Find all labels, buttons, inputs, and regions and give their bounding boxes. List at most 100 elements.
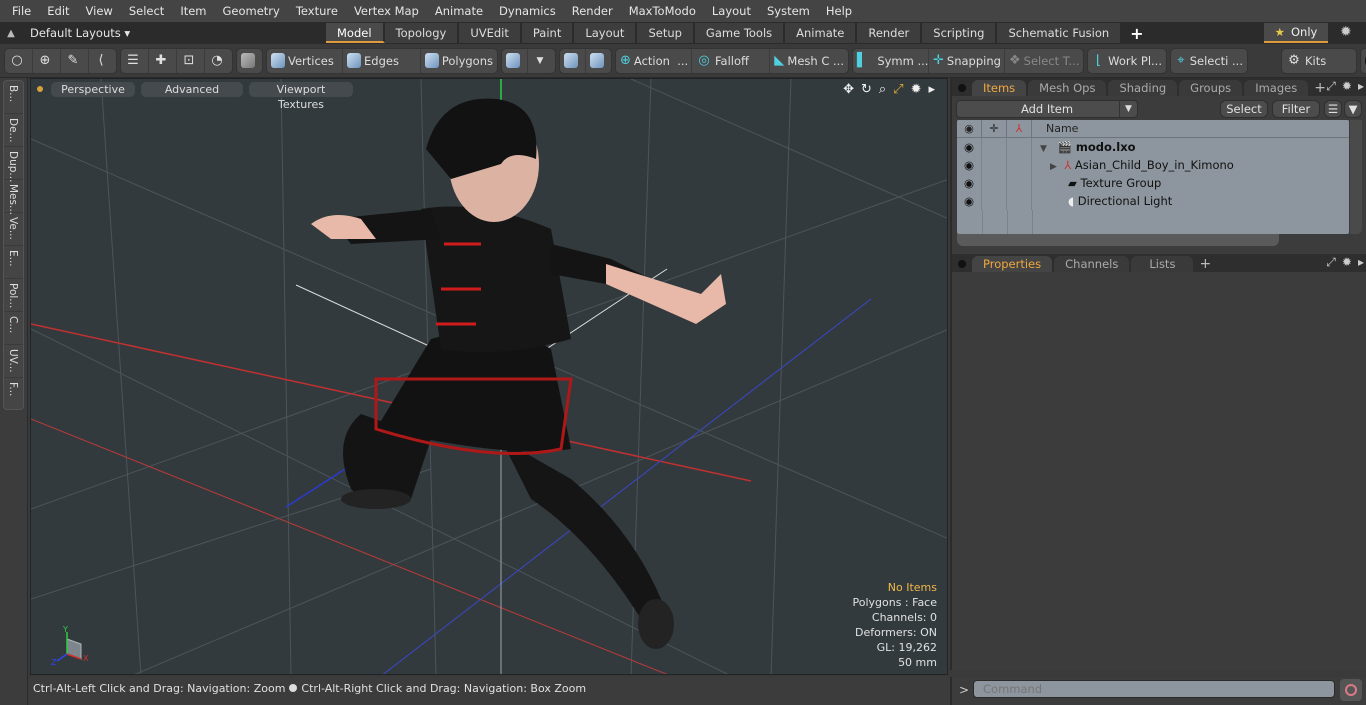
tab-schematic-fusion[interactable]: Schematic Fusion [997, 23, 1123, 43]
tab-animate[interactable]: Animate [785, 23, 858, 43]
expand-down-icon[interactable]: ▼ [1040, 144, 1047, 154]
tree-row[interactable]: ◉ ◖ Directional Light [957, 192, 1349, 210]
tree-row[interactable]: ◉ ▼ 🎬 modo.lxo [957, 138, 1349, 156]
tab-channels[interactable]: Channels [1054, 256, 1130, 272]
shading-advanced-dropdown[interactable]: Advanced [141, 81, 243, 97]
select-through-button[interactable]: ❖ Select T... [1005, 49, 1083, 73]
material-mode-button[interactable] [502, 48, 528, 73]
pivot-button[interactable] [586, 49, 611, 73]
panel-expand-arrow-icon[interactable]: ▸ [1358, 79, 1364, 94]
filter-button[interactable]: Filter [1272, 99, 1320, 118]
left-tab-vertex[interactable]: Ve... [4, 213, 23, 246]
zoom-icon[interactable]: ⌕ [879, 82, 886, 97]
falloff-button[interactable]: ◎ Falloff [692, 48, 770, 73]
panel-expand-arrow-icon[interactable]: ▸ [1358, 255, 1364, 270]
viewport-expand-arrow-icon[interactable]: ▸ [928, 82, 935, 97]
left-tab-fusion[interactable]: F... [4, 378, 23, 411]
menu-item[interactable]: Item [172, 0, 214, 22]
select-sphere-button[interactable]: ⊕ [33, 48, 61, 73]
rotate-icon[interactable]: ↻ [861, 82, 872, 97]
tab-items[interactable]: Items [972, 80, 1027, 96]
tab-properties[interactable]: Properties [972, 256, 1053, 272]
tab-game-tools[interactable]: Game Tools [694, 23, 786, 43]
panel-maximize-icon[interactable]: ⤢ [1326, 79, 1336, 94]
left-tab-deform[interactable]: De... [4, 114, 23, 147]
tab-topology[interactable]: Topology [384, 23, 460, 43]
default-layouts-dropdown[interactable]: Default Layouts ▾ [30, 26, 326, 40]
tab-model[interactable]: Model [326, 23, 385, 43]
left-tab-basic[interactable]: B... [4, 81, 23, 114]
mesh-constraint-button[interactable]: ◣ Mesh C ... [770, 49, 848, 73]
maximize-icon[interactable]: ⤢ [893, 82, 903, 97]
layers-button[interactable]: ☰ [121, 48, 149, 73]
action-button[interactable]: ⊕ Action ... [616, 48, 692, 73]
type-column-axes-icon[interactable]: ⅄ [1007, 120, 1032, 137]
menu-system[interactable]: System [759, 0, 818, 22]
square-target-button[interactable]: ⊡ [177, 48, 205, 73]
kits-button[interactable]: ⚙ Kits [1282, 49, 1356, 73]
gear-icon[interactable]: ✹ [1340, 24, 1352, 40]
work-plane-button[interactable]: ⌊ Work Pl... [1088, 49, 1166, 73]
viewport-gear-icon[interactable]: ✹ [911, 82, 922, 97]
symmetry-button[interactable]: ▌ Symm ... [853, 48, 929, 73]
menu-animate[interactable]: Animate [427, 0, 491, 22]
expand-right-icon[interactable]: ▶ [1050, 162, 1057, 172]
visibility-eye-icon[interactable]: ◉ [957, 138, 982, 156]
cross-button[interactable]: ✚ [149, 48, 177, 73]
perspective-dropdown[interactable]: Perspective [51, 81, 135, 97]
name-column-header[interactable]: Name [1032, 120, 1078, 137]
3d-viewport[interactable]: Y X Z Perspective Advanced Viewport Text… [30, 78, 948, 675]
item-mode-button[interactable] [237, 49, 262, 73]
left-tab-curve[interactable]: C... [4, 312, 23, 345]
select-circle-button[interactable]: ○ [5, 48, 33, 73]
item-tree-horizontal-scrollbar[interactable] [957, 234, 1279, 246]
menu-edit[interactable]: Edit [39, 0, 77, 22]
edges-button[interactable]: Edges [343, 48, 421, 73]
left-tab-polygon[interactable]: Pol... [4, 279, 23, 312]
panel-gear-icon[interactable]: ✹ [1342, 79, 1352, 94]
tab-paint[interactable]: Paint [521, 23, 575, 43]
menu-layout[interactable]: Layout [704, 0, 759, 22]
collapse-up-icon[interactable]: ▲ [0, 28, 22, 39]
tab-shading[interactable]: Shading [1108, 80, 1178, 96]
menu-geometry[interactable]: Geometry [215, 0, 288, 22]
menu-help[interactable]: Help [818, 0, 860, 22]
panel-options-dot-icon[interactable] [958, 260, 966, 268]
viewport-options-dot-icon[interactable] [37, 86, 43, 92]
menu-dynamics[interactable]: Dynamics [491, 0, 564, 22]
left-tab-duplicate[interactable]: Dup... [4, 147, 23, 182]
tab-setup[interactable]: Setup [637, 23, 695, 43]
add-item-dropdown-icon[interactable]: ▼ [1119, 100, 1137, 117]
tab-mesh-ops[interactable]: Mesh Ops [1028, 80, 1107, 96]
tab-uvedit[interactable]: UVEdit [459, 23, 522, 43]
menu-maxtomodo[interactable]: MaxToModo [621, 0, 704, 22]
pan-icon[interactable]: ✥ [843, 82, 854, 97]
visibility-column-eye-icon[interactable]: ◉ [957, 120, 982, 137]
menu-view[interactable]: View [78, 0, 121, 22]
clock-button[interactable]: ◔ [205, 49, 232, 73]
list-options-button[interactable]: ☰ [1324, 99, 1342, 118]
transform-button[interactable] [560, 48, 586, 73]
left-tab-uv[interactable]: UV... [4, 345, 23, 378]
lasso-button[interactable]: ⟨ [89, 49, 116, 73]
menu-render[interactable]: Render [564, 0, 621, 22]
snapping-button[interactable]: ✛ Snapping [929, 48, 1005, 73]
lock-column-icon[interactable]: ✛ [982, 120, 1007, 137]
polygons-button[interactable]: Polygons [421, 49, 497, 73]
panel-maximize-icon[interactable]: ⤢ [1326, 255, 1336, 270]
menu-select[interactable]: Select [121, 0, 172, 22]
command-input[interactable] [973, 680, 1335, 698]
select-button[interactable]: Select [1220, 99, 1268, 118]
tab-images[interactable]: Images [1244, 80, 1309, 96]
viewport-textures-dropdown[interactable]: Viewport Textures [249, 81, 353, 111]
menu-vertex-map[interactable]: Vertex Map [346, 0, 427, 22]
menu-texture[interactable]: Texture [288, 0, 346, 22]
filter-funnel-icon[interactable]: ▼ [1344, 99, 1362, 118]
visibility-eye-icon[interactable]: ◉ [957, 192, 982, 210]
pen-tool-button[interactable]: ✎ [61, 48, 89, 73]
add-item-button[interactable]: Add Item ▼ [956, 99, 1138, 118]
selection-sets-button[interactable]: ⌖ Selecti ... [1171, 49, 1247, 73]
menu-file[interactable]: File [4, 0, 39, 22]
material-mode-dropdown[interactable]: ▼ [528, 49, 555, 73]
tab-groups[interactable]: Groups [1179, 80, 1243, 96]
